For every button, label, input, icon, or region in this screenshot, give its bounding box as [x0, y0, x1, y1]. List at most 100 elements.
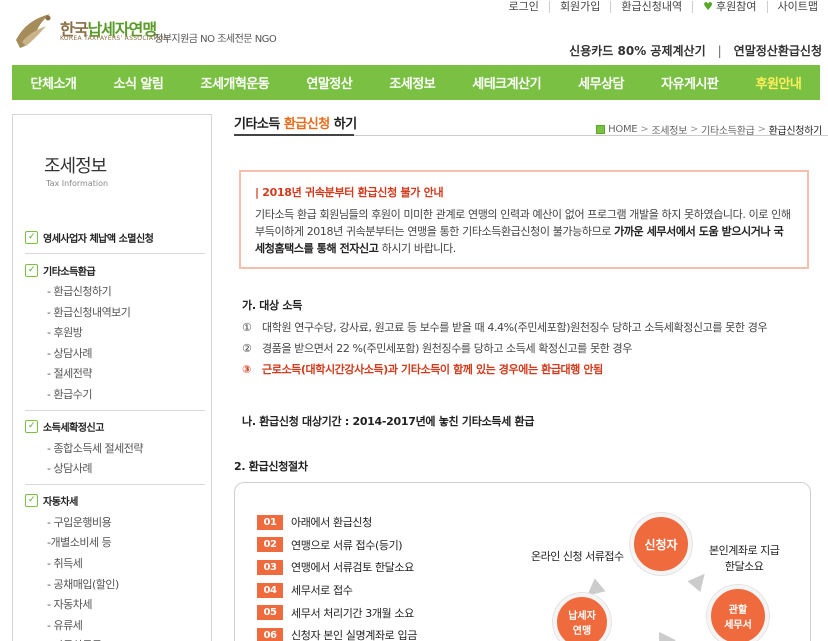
- target-income-item: ② 경품을 받으면서 22 %(주민세포함) 원천징수를 당하고 소득세 확정신고…: [242, 340, 822, 358]
- nav-item[interactable]: 자유게시판: [661, 73, 719, 92]
- sidebar-item[interactable]: - 후원방: [25, 323, 205, 344]
- top-link[interactable]: 로그인: [499, 1, 549, 13]
- sidebar-category[interactable]: ✓ 기타소득환급: [25, 258, 205, 282]
- notice-body: 기타소득 환급 회원님들의 후원이 미미한 관계로 연맹의 인력과 예산이 없어…: [255, 208, 791, 255]
- sidebar-item[interactable]: - 환급신청내역보기: [25, 303, 205, 324]
- nav-item[interactable]: 세무상담: [578, 73, 624, 92]
- logo-english: KOREA TAXPAYERS' ASSOCIATION: [60, 35, 169, 42]
- breadcrumb-separator: >: [757, 124, 766, 135]
- step-text: 신청자 본인 실명계좌로 입금: [291, 629, 417, 641]
- sidebar-category[interactable]: ✓ 자동차세: [25, 489, 205, 513]
- nav-item[interactable]: 후원안내: [756, 73, 802, 92]
- sidebar-category[interactable]: ✓ 영세사업자 체납액 소멸신청: [25, 225, 205, 249]
- page-title: 기타소득 환급신청 하기: [234, 117, 357, 132]
- sidebar-divider: [25, 483, 205, 485]
- nav-item[interactable]: 단체소개: [31, 73, 77, 92]
- nav-item[interactable]: 조세개혁운동: [200, 73, 269, 92]
- procedure-step: 02 연맹으로 서류 접수(등기): [257, 534, 417, 557]
- procedure-step: 04 세무서로 접수: [257, 579, 417, 602]
- top-link[interactable]: 사이트맵: [766, 0, 828, 13]
- sidebar-item[interactable]: - 자동차등록: [25, 636, 205, 641]
- step-badge: 01: [257, 514, 283, 530]
- top-link-label: 사이트맵: [777, 0, 818, 13]
- tax-office-circle: 관할 세무서: [707, 585, 769, 641]
- top-link-label: 회원가입: [559, 0, 601, 13]
- item-text: 경품을 받으면서 22 %(주민세포함) 원천징수를 당하고 소득세 확정신고를…: [262, 342, 632, 355]
- target-income-item: ① 대학원 연구수당, 강사료, 원고료 등 보수를 받을 때 4.4%(주민세포…: [242, 319, 822, 337]
- procedure-step: 03 연맹에서 서류검토 한달소요: [257, 556, 417, 579]
- step-badge: 05: [257, 605, 283, 621]
- sidebar-item[interactable]: - 종합소득세 절세전략: [25, 439, 205, 460]
- item-number: ③: [242, 363, 251, 376]
- home-icon: [596, 125, 606, 134]
- sidebar-subtitle: Tax Information: [46, 179, 109, 188]
- breadcrumb-item[interactable]: HOME: [608, 124, 637, 135]
- top-link[interactable]: 회원가입: [548, 0, 610, 13]
- step-badge: 03: [257, 559, 283, 575]
- sidebar-item[interactable]: - 공채매입(할인): [25, 575, 205, 596]
- chevron-check-icon: ✓: [25, 494, 38, 508]
- step-text: 연맹으로 서류 접수(등기): [291, 538, 403, 552]
- item-number: ②: [242, 342, 252, 355]
- logo-tagline: 정부지원금 NO 조세전문 NGO: [154, 34, 277, 45]
- top-link-label: 환급신청내역: [621, 0, 683, 13]
- breadcrumb-separator: >: [690, 124, 699, 135]
- sidebar-divider: [25, 409, 205, 411]
- sidebar-item[interactable]: - 절세전략: [25, 364, 205, 385]
- step-badge: 06: [257, 627, 283, 641]
- target-income-section: 가. 대상 소득 ① 대학원 연구수당, 강사료, 원고료 등 보수를 받을 때 …: [242, 297, 822, 382]
- refund-period-heading: 나. 환급신청 대상기간 : 2014-2017년에 놓친 기타소득세 환급: [242, 415, 535, 428]
- procedure-step: 05 세무서 처리기간 3개월 소요: [257, 601, 417, 624]
- step-badge: 02: [257, 537, 283, 553]
- bird-logo-icon: [16, 14, 51, 48]
- arrow-right-icon: ▲: [685, 564, 715, 595]
- card-deduction-calculator-link[interactable]: 신용카드 80% 공제계산기: [569, 42, 705, 59]
- label-online-submission: 온라인 신청 서류접수: [531, 550, 624, 563]
- arrow-bottom-icon: ▶: [659, 627, 676, 641]
- chevron-check-icon: ✓: [25, 230, 38, 244]
- sidebar-item[interactable]: -개별소비세 등: [25, 533, 205, 554]
- sidebar-category[interactable]: ✓ 소득세확정신고: [25, 415, 205, 439]
- target-income-heading: 가. 대상 소득: [242, 299, 303, 312]
- nav-item[interactable]: 조세정보: [389, 73, 435, 92]
- applicant-circle: 신청자: [630, 513, 692, 575]
- sidebar-item[interactable]: - 구입운행비용: [25, 513, 205, 534]
- step-text: 세무서로 접수: [291, 584, 353, 598]
- heart-icon: ♥: [703, 0, 714, 13]
- promo-separator: |: [717, 43, 722, 58]
- sidebar-item[interactable]: - 상담사례: [25, 459, 205, 480]
- procedure-step: 01 아래에서 환급신청: [257, 511, 417, 534]
- item-text: 대학원 연구수당, 강사료, 원고료 등 보수를 받을 때 4.4%(주민세포함…: [262, 321, 768, 334]
- top-link[interactable]: ♥ 후원참여: [692, 1, 766, 13]
- top-link[interactable]: 환급신청내역: [610, 1, 692, 13]
- step-text: 세무서 처리기간 3개월 소요: [291, 606, 414, 620]
- sidebar-item[interactable]: - 상담사례: [25, 344, 205, 365]
- procedure-steps: 01 아래에서 환급신청 02 연맹으로 서류 접수(등기) 03 연맹에서 서류검토 한…: [257, 511, 417, 641]
- refund-procedure-box: 01 아래에서 환급신청 02 연맹으로 서류 접수(등기) 03 연맹에서 서류검토 한…: [234, 482, 811, 641]
- main-nav: 단체소개 소식 알림 조세개혁운동 연말정산 조세정보 세테크계산기 세무상담 자유게시판 후원…: [12, 65, 820, 100]
- top-links: 로그인 회원가입 환급신청내역 ♥ 후원참여 사이트맵: [499, 0, 828, 14]
- nav-item[interactable]: 소식 알림: [114, 73, 164, 92]
- item-text: 근로소득(대학시간강사소득)과 기타소득이 함께 있는 경우에는 환급대행 안됨: [262, 363, 603, 376]
- sidebar-item[interactable]: - 환급수기: [25, 385, 205, 406]
- nav-item[interactable]: 세테크계산기: [472, 73, 541, 92]
- sidebar-divider: [25, 253, 205, 254]
- step-text: 연맹에서 서류검토 한달소요: [291, 561, 414, 575]
- sidebar-item[interactable]: - 환급신청하기: [25, 282, 205, 303]
- nav-item[interactable]: 연말정산: [306, 73, 352, 92]
- notice-box: | 2018년 귀속분부터 환급신청 불가 안내 기타소득 환급 회원님들의 후…: [239, 170, 809, 269]
- sidebar-category-label: 자동차세: [43, 497, 78, 509]
- sidebar-menu: ✓ 영세사업자 체납액 소멸신청 ✓ 기타소득환급 - 환급신청하기 - 환급신청내역보기…: [25, 225, 205, 641]
- top-link-label: 후원참여: [716, 0, 757, 13]
- site-logo[interactable]: 한국납세자연맹 KOREA TAXPAYERS' ASSOCIATION 정부지…: [12, 10, 277, 54]
- breadcrumb-separator: >: [640, 124, 649, 135]
- sidebar-item[interactable]: - 유류세: [25, 616, 205, 637]
- sidebar-item[interactable]: - 자동차세: [25, 595, 205, 616]
- sidebar: 조세정보 Tax Information ✓ 영세사업자 체납액 소멸신청 ✓ 기타소…: [12, 114, 212, 641]
- sidebar-item[interactable]: - 취득세: [25, 554, 205, 575]
- sidebar-category-label: 영세사업자 체납액 소멸신청: [43, 233, 154, 245]
- year-end-refund-link[interactable]: 연말정산환급신청: [734, 42, 822, 59]
- label-refund-payment: 본인계좌로 지급 한달소요: [709, 544, 780, 573]
- title-divider: [234, 134, 828, 136]
- sidebar-title: 조세정보: [44, 156, 107, 177]
